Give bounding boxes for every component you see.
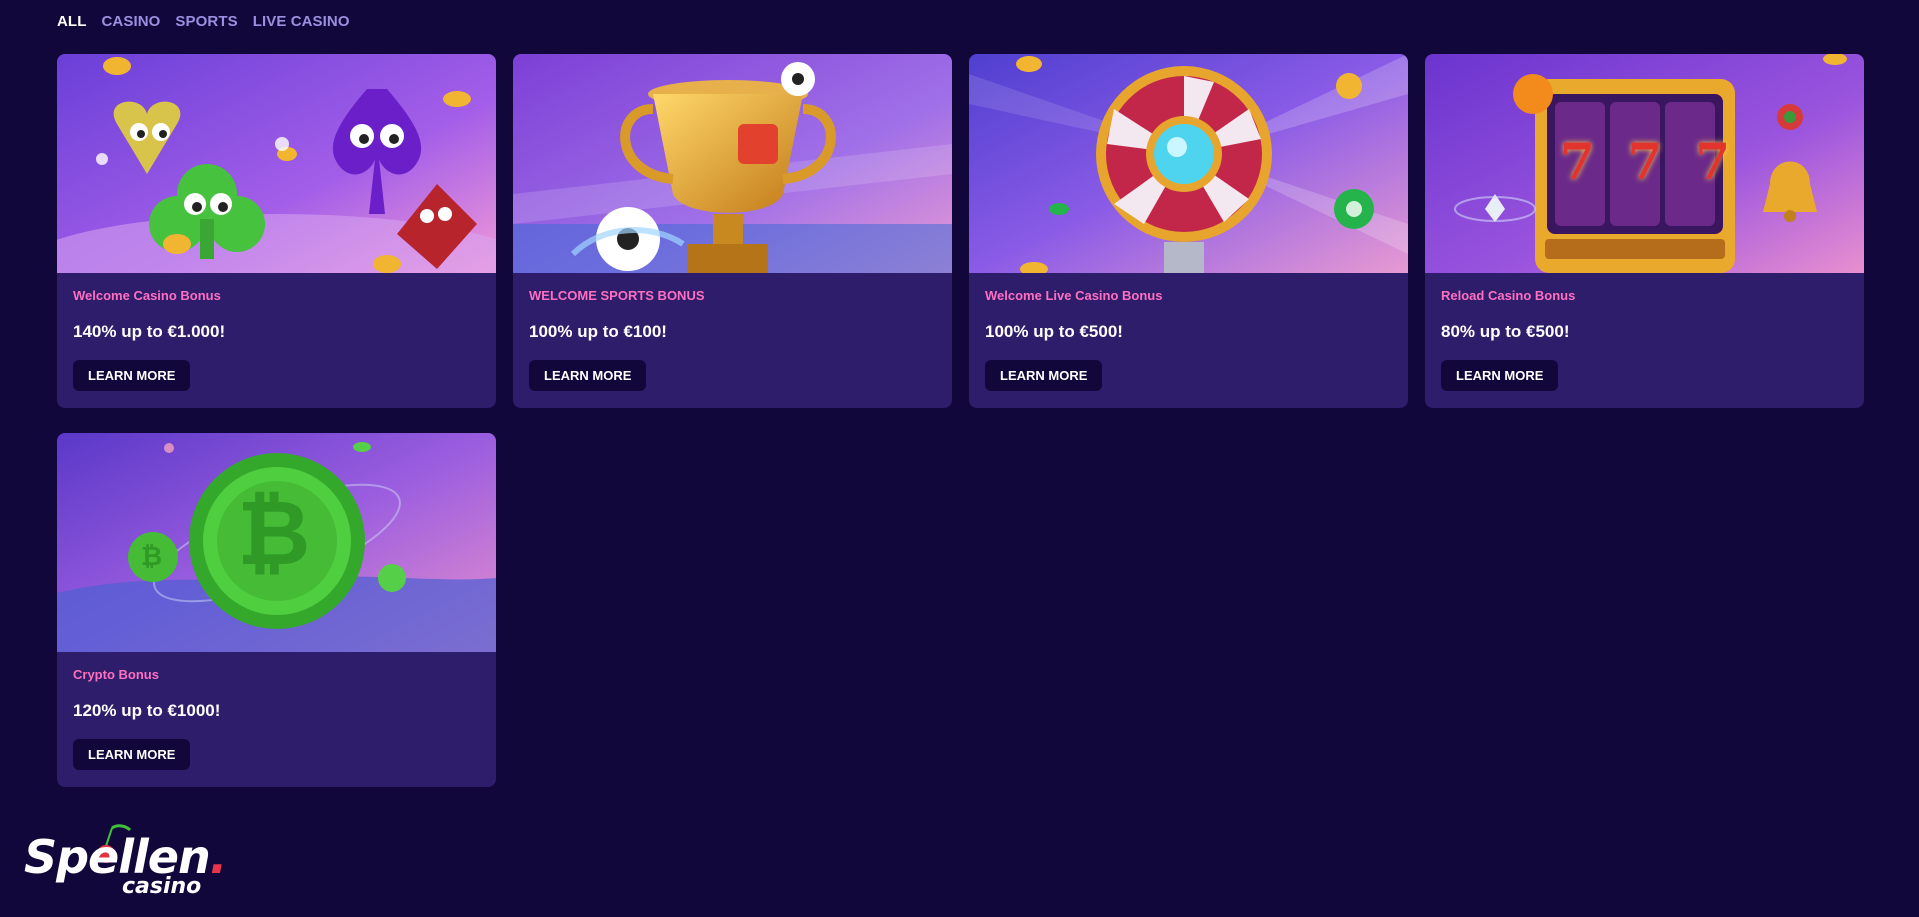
bitcoin-symbol-text: ₿ (237, 481, 311, 586)
bonus-category: Crypto Bonus (73, 667, 159, 682)
bonus-category: Welcome Live Casino Bonus (985, 288, 1163, 303)
filter-tabs: ALL CASINO SPORTS LIVE CASINO (57, 13, 350, 30)
tab-live-casino[interactable]: LIVE CASINO (253, 13, 350, 30)
tab-all[interactable]: ALL (57, 13, 86, 30)
trophy-footballs-image (513, 54, 952, 273)
learn-more-button[interactable]: LEARN MORE (529, 360, 647, 391)
bonus-offer: 100% up to €100! (529, 322, 667, 341)
slot-machine-777-image: 777 (1425, 54, 1864, 273)
bonus-card-welcome-casino: Welcome Casino Bonus 140% up to €1.000! … (57, 54, 496, 408)
bonus-offer: 80% up to €500! (1441, 322, 1570, 341)
bonus-offer: 100% up to €500! (985, 322, 1123, 341)
bitcoin-symbol-small: ₿ (141, 542, 163, 572)
tab-casino[interactable]: CASINO (101, 13, 160, 30)
logo-subtitle: casino (122, 874, 202, 899)
learn-more-button[interactable]: LEARN MORE (73, 739, 191, 770)
spellen-casino-logo[interactable]: Spellen. casino (24, 824, 234, 906)
learn-more-button[interactable]: LEARN MORE (985, 360, 1103, 391)
bonus-grid: Welcome Casino Bonus 140% up to €1.000! … (57, 54, 1864, 787)
bonus-category: WELCOME SPORTS BONUS (529, 288, 705, 303)
promotions-page: ALL CASINO SPORTS LIVE CASINO Welcome Ca… (0, 0, 1919, 917)
bonus-card-crypto: ₿ ₿ Crypto Bonus 120% up to €1000! LEARN… (57, 433, 496, 787)
bonus-card-reload-casino: 777 Reload Casino Bonus 80% up to €500! … (1425, 54, 1864, 408)
learn-more-button[interactable]: LEARN MORE (73, 360, 191, 391)
tab-sports[interactable]: SPORTS (175, 13, 237, 30)
bonus-category: Reload Casino Bonus (1441, 288, 1576, 303)
bonus-card-welcome-live-casino: Welcome Live Casino Bonus 100% up to €50… (969, 54, 1408, 408)
bonus-offer: 120% up to €1000! (73, 701, 221, 720)
roulette-wheel-image (969, 54, 1408, 273)
bonus-offer: 140% up to €1.000! (73, 322, 226, 341)
bonus-card-welcome-sports: WELCOME SPORTS BONUS 100% up to €100! LE… (513, 54, 952, 408)
bitcoin-coin-image: ₿ ₿ (57, 433, 496, 652)
learn-more-button[interactable]: LEARN MORE (1441, 360, 1559, 391)
bonus-category: Welcome Casino Bonus (73, 288, 221, 303)
card-suits-characters-image (57, 54, 496, 273)
slot-777-text: 777 (1560, 132, 1730, 191)
